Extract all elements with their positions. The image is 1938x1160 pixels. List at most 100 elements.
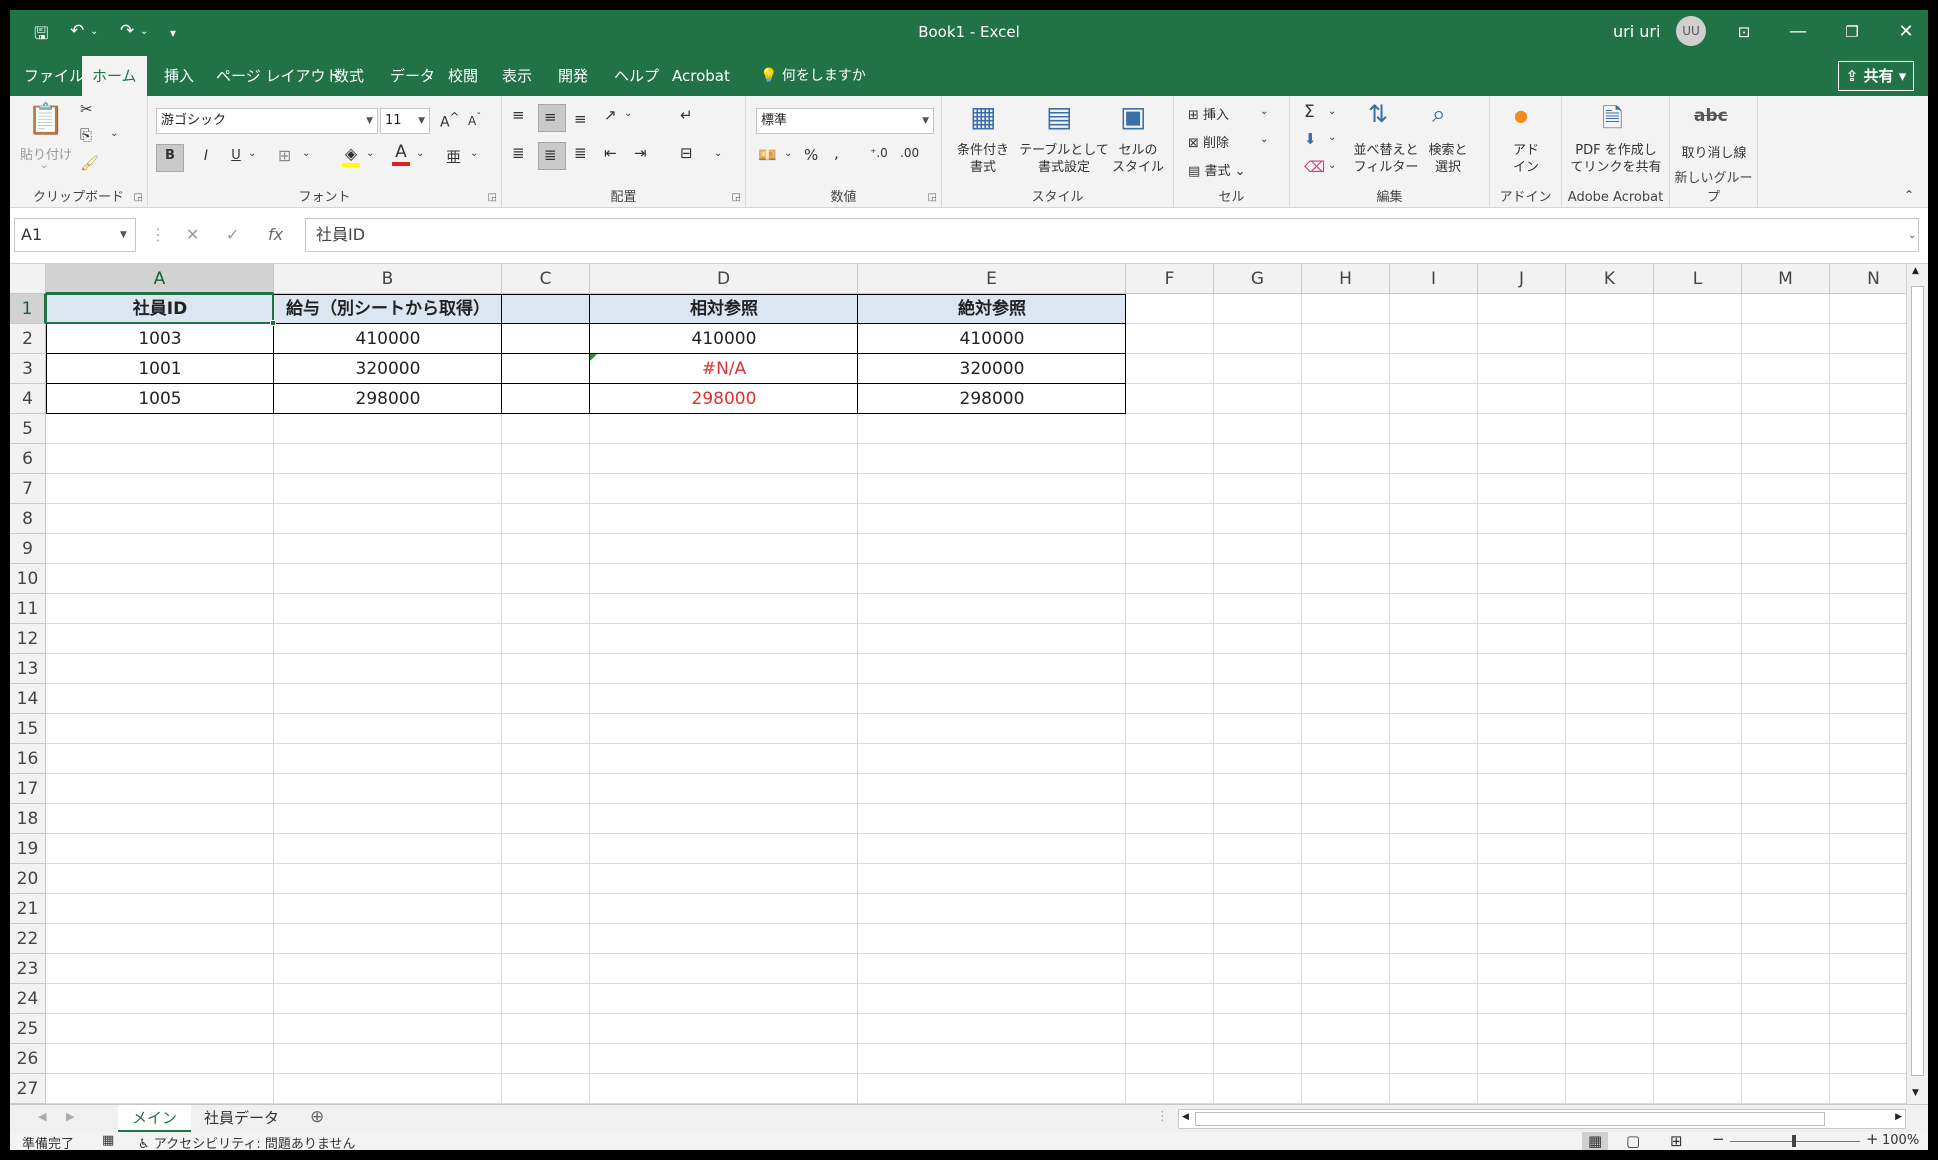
tab-insert[interactable]: 挿入 (154, 56, 204, 96)
underline-dropdown-icon[interactable]: ⌄ (248, 148, 256, 159)
zoom-level[interactable]: 100% (1882, 1133, 1919, 1148)
paste-dropdown-icon[interactable]: ⌄ (40, 160, 48, 171)
add-sheet-icon[interactable]: ⊕ (310, 1107, 324, 1127)
autosum-icon[interactable]: Σ (1304, 102, 1315, 122)
autosum-dropdown-icon[interactable]: ⌄ (1328, 106, 1336, 117)
row-header-9[interactable]: 9 (10, 534, 46, 564)
column-header-f[interactable]: F (1126, 264, 1214, 294)
merge-center-icon[interactable]: ⊟ (680, 144, 693, 162)
row-header-2[interactable]: 2 (10, 324, 46, 354)
ribbon-display-options-icon[interactable]: ⊡ (1724, 16, 1764, 48)
row-header-23[interactable]: 23 (10, 954, 46, 984)
delete-cells-button[interactable]: ⊠ 削除 (1188, 132, 1229, 151)
column-header-c[interactable]: C (502, 264, 590, 294)
row-header-24[interactable]: 24 (10, 984, 46, 1014)
row-header-10[interactable]: 10 (10, 564, 46, 594)
find-select-button[interactable]: 検索と 選択 (1420, 142, 1476, 176)
addins-button[interactable]: アド イン (1500, 142, 1552, 176)
restore-icon[interactable]: ❐ (1832, 16, 1872, 48)
phonetic-icon[interactable]: 亜 (446, 146, 461, 167)
tab-developer[interactable]: 開発 (548, 56, 598, 96)
scroll-left-icon[interactable]: ◀ (1182, 1112, 1189, 1122)
row-header-26[interactable]: 26 (10, 1044, 46, 1074)
font-size-select[interactable]: 11 ▼ (380, 108, 430, 134)
row-header-12[interactable]: 12 (10, 624, 46, 654)
increase-indent-icon[interactable]: ⇥ (634, 144, 647, 162)
row-header-7[interactable]: 7 (10, 474, 46, 504)
format-as-table-icon[interactable]: ▤ (1046, 100, 1072, 133)
alignment-launcher-icon[interactable]: ◲ (732, 192, 741, 203)
row-header-14[interactable]: 14 (10, 684, 46, 714)
underline-button[interactable]: U (226, 148, 246, 163)
strikethrough-button[interactable]: 取り消し線 (1672, 142, 1756, 161)
close-icon[interactable]: ✕ (1886, 16, 1926, 48)
find-select-icon[interactable]: ⌕ (1432, 100, 1445, 128)
cell-d3[interactable]: #N/A (590, 354, 858, 384)
column-header-j[interactable]: J (1478, 264, 1566, 294)
wrap-text-icon[interactable]: ↵ (680, 106, 693, 124)
align-bottom-icon[interactable]: ≡ (574, 110, 587, 128)
font-name-select[interactable]: 游ゴシック ▼ (156, 108, 378, 134)
font-color-dropdown-icon[interactable]: ⌄ (416, 148, 424, 159)
tab-acrobat[interactable]: Acrobat (662, 56, 740, 96)
horizontal-scrollbar[interactable]: ◀ ▶ (1178, 1109, 1906, 1129)
fill-color-dropdown-icon[interactable]: ⌄ (366, 148, 374, 159)
confirm-entry-icon[interactable]: ✓ (226, 225, 239, 244)
cell-styles-icon[interactable]: ▣ (1120, 100, 1146, 133)
cell-a4[interactable]: 1005 (46, 384, 274, 414)
cancel-entry-icon[interactable]: ✕ (186, 225, 199, 244)
row-header-18[interactable]: 18 (10, 804, 46, 834)
collapse-ribbon-icon[interactable]: ⌃ (1904, 188, 1914, 202)
row-header-27[interactable]: 27 (10, 1074, 46, 1104)
strikethrough-icon[interactable]: abc (1694, 106, 1728, 126)
delete-dropdown-icon[interactable]: ⌄ (1260, 134, 1268, 145)
column-header-i[interactable]: I (1390, 264, 1478, 294)
tell-me-search[interactable]: 💡 何をしますか (750, 56, 876, 96)
copy-icon[interactable]: ⎘ (80, 126, 92, 144)
number-format-select[interactable]: 標準 ▼ (756, 108, 934, 134)
scroll-up-icon[interactable]: ▲ (1912, 266, 1919, 276)
cell-b4[interactable]: 298000 (274, 384, 502, 414)
font-launcher-icon[interactable]: ◲ (488, 192, 497, 203)
row-header-13[interactable]: 13 (10, 654, 46, 684)
number-launcher-icon[interactable]: ◲ (928, 192, 937, 203)
row-header-3[interactable]: 3 (10, 354, 46, 384)
minimize-icon[interactable]: — (1778, 16, 1818, 48)
row-header-19[interactable]: 19 (10, 834, 46, 864)
format-painter-icon[interactable]: 🖌 (80, 154, 99, 172)
row-header-8[interactable]: 8 (10, 504, 46, 534)
tab-review[interactable]: 校閲 (438, 56, 488, 96)
row-header-17[interactable]: 17 (10, 774, 46, 804)
font-color-icon[interactable]: A (392, 142, 410, 166)
zoom-in-icon[interactable]: + (1866, 1130, 1879, 1148)
tab-split-icon[interactable]: ⋮ (1156, 1109, 1169, 1124)
vertical-scroll-thumb[interactable] (1911, 286, 1924, 1076)
column-header-m[interactable]: M (1742, 264, 1830, 294)
decrease-decimal-icon[interactable]: .00 (900, 146, 919, 160)
column-header-n[interactable]: N (1830, 264, 1918, 294)
paste-icon[interactable]: 📋 (24, 102, 68, 142)
avatar[interactable]: UU (1676, 16, 1706, 46)
borders-dropdown-icon[interactable]: ⌄ (302, 148, 310, 159)
accounting-format-icon[interactable]: 💴 (758, 146, 777, 164)
row-header-20[interactable]: 20 (10, 864, 46, 894)
percent-icon[interactable]: % (804, 146, 818, 164)
cell-d2[interactable]: 410000 (590, 324, 858, 354)
cell-b2[interactable]: 410000 (274, 324, 502, 354)
decrease-font-icon[interactable]: Aˇ (468, 112, 481, 128)
tab-data[interactable]: データ (380, 56, 445, 96)
row-header-4[interactable]: 4 (10, 384, 46, 414)
cell-e4[interactable]: 298000 (858, 384, 1126, 414)
format-cells-button[interactable]: ▤ 書式 ⌄ (1188, 160, 1245, 179)
insert-function-icon[interactable]: fx (268, 225, 283, 244)
column-header-g[interactable]: G (1214, 264, 1302, 294)
merge-dropdown-icon[interactable]: ⌄ (714, 148, 722, 159)
italic-button[interactable]: I (196, 148, 216, 164)
row-header-15[interactable]: 15 (10, 714, 46, 744)
cut-icon[interactable]: ✂ (80, 100, 93, 118)
page-break-view-icon[interactable]: ⊞ (1670, 1132, 1683, 1150)
sort-filter-button[interactable]: 並べ替えと フィルター (1350, 142, 1422, 176)
orientation-dropdown-icon[interactable]: ⌄ (624, 108, 632, 119)
increase-decimal-icon[interactable]: ⁺.0 (870, 146, 888, 160)
fill-color-icon[interactable]: ◈ (342, 144, 360, 167)
